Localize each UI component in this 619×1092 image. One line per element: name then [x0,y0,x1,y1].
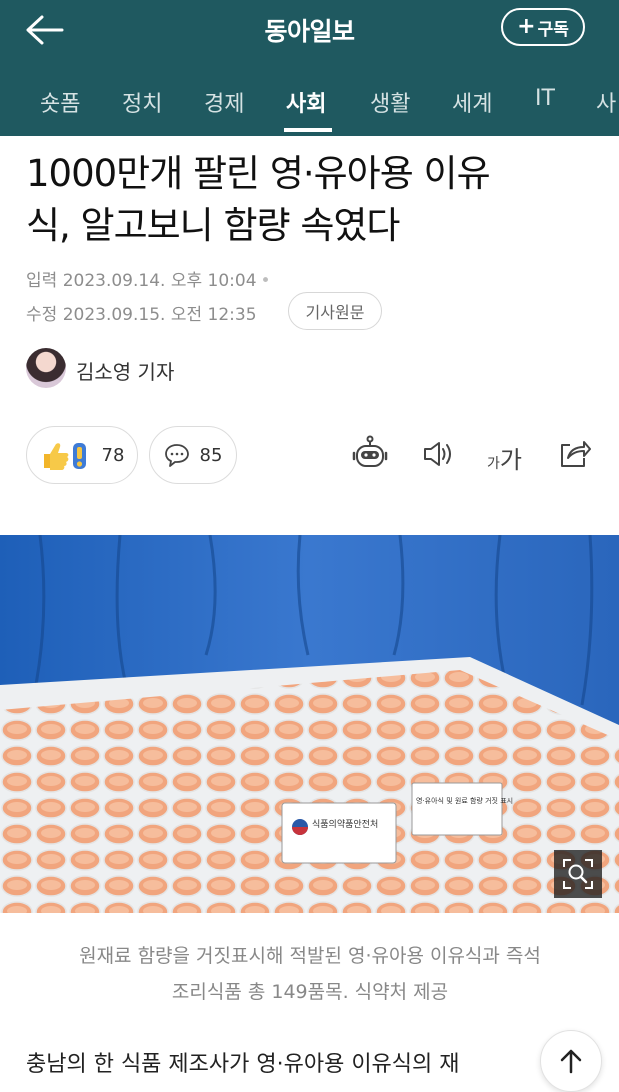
font-size-button[interactable]: 가가 [487,440,522,475]
product-label-text: 영·유아식 및 원료 함량 거짓 표시 [416,796,513,805]
photo-illustration: 식품의약품안전처 영·유아식 및 원료 함량 거짓 표시 [0,535,619,913]
modified-label: 수정 [26,305,58,325]
plus-icon: + [517,14,536,39]
arrow-up-icon [560,1049,582,1074]
speaker-icon [424,442,451,466]
tab-shortform[interactable]: 숏폼 [40,86,80,118]
headline-line-1: 1000만개 팔린 영·유아용 이유 [26,152,491,195]
font-small-label: 가 [487,456,500,472]
headline-line-2: 식, 알고보니 함량 속였다 [26,204,400,247]
reaction-emoji-icon [43,443,86,470]
original-article-button[interactable]: 기사원문 [288,292,382,330]
share-icon [561,441,591,467]
share-button[interactable] [552,432,596,476]
article-headline: 1000만개 팔린 영·유아용 이유 식, 알고보니 함량 속였다 [26,148,596,252]
scroll-to-top-button[interactable] [540,1030,602,1092]
zoom-search-icon [563,859,593,889]
tab-politics[interactable]: 정치 [122,86,162,118]
input-time: 2023.09.14. 오후 10:04 [62,271,257,291]
photo-zoom-button[interactable] [554,850,602,898]
article-photo[interactable]: 식품의약품안전처 영·유아식 및 원료 함량 거짓 표시 [0,535,619,913]
listen-button[interactable] [416,432,460,476]
separator-dot: • [260,271,271,291]
robot-icon [352,435,388,467]
reaction-count: 78 [101,444,125,466]
reporter-name[interactable]: 김소영 기자 [76,356,174,385]
subscribe-button[interactable]: + 구독 [501,8,585,46]
tab-economy[interactable]: 경제 [204,86,244,118]
reporter-avatar[interactable] [26,348,66,388]
tab-world[interactable]: 세계 [452,86,492,118]
active-tab-indicator [284,128,332,132]
mfds-sign-text: 식품의약품안전처 [312,818,378,830]
tab-living[interactable]: 생활 [370,86,410,118]
article-body-first-line: 충남의 한 식품 제조사가 영·유아용 이유식의 재 [26,1052,460,1077]
summary-bot-button[interactable] [348,432,392,476]
tab-more[interactable]: 사 [596,86,616,118]
caption-line-2: 조리식품 총 149품목. 식약처 제공 [171,981,449,1003]
section-tabs: 숏폼 정치 경제 사회 생활 세계 IT 사 [0,66,619,136]
comment-button[interactable]: 85 [149,426,237,484]
modified-date: 수정 2023.09.15. 오전 12:35 [26,300,257,325]
comment-bubble-icon [164,444,189,467]
caption-line-1: 원재료 함량을 거짓표시해 적발된 영·유아용 이유식과 즉석 [79,945,541,967]
comment-count: 85 [199,444,223,466]
subscribe-label: 구독 [537,19,569,40]
tab-society[interactable]: 사회 [286,86,326,118]
photo-caption: 원재료 함량을 거짓표시해 적발된 영·유아용 이유식과 즉석 조리식품 총 1… [30,938,590,1010]
top-app-bar: 동아일보 + 구독 [0,0,619,66]
tab-it[interactable]: IT [535,86,555,111]
reaction-button[interactable]: 78 [26,426,138,484]
input-label: 입력 [26,271,58,291]
font-large-label: 가 [499,446,522,474]
input-date: 입력 2023.09.14. 오후 10:04 • [26,266,271,291]
modified-time: 2023.09.15. 오전 12:35 [62,305,257,325]
